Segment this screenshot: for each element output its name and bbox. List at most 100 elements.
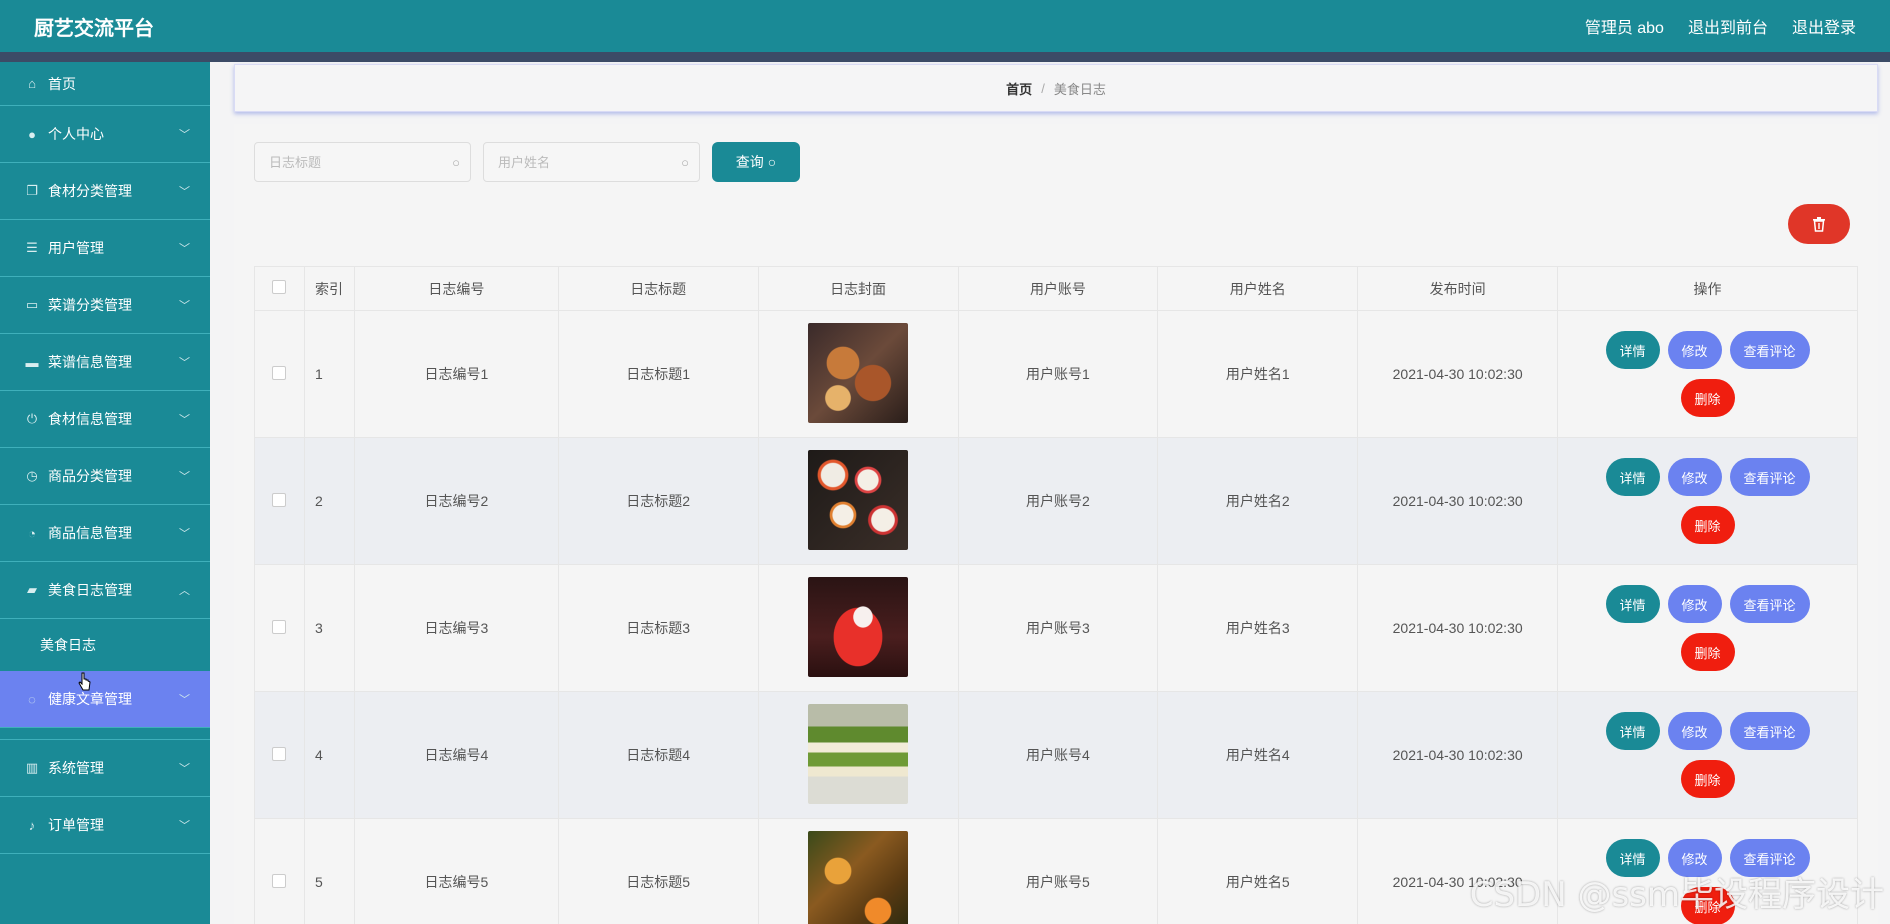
- row-actions: 详情 修改 查看评论 删除: [1557, 691, 1858, 819]
- detail-button[interactable]: 详情: [1605, 458, 1660, 496]
- breadcrumb-separator: /: [1041, 80, 1045, 96]
- row-actions: 详情 修改 查看评论 删除: [1557, 310, 1858, 438]
- publish-time: 2021-04-30 10:02:30: [1357, 437, 1559, 565]
- column-header: 发布时间: [1357, 266, 1559, 311]
- column-header: 索引: [303, 266, 355, 311]
- sidebar-item-ingredient-category[interactable]: ❐ 食材分类管理 ﹀: [0, 163, 210, 220]
- view-comments-button[interactable]: 查看评论: [1729, 331, 1810, 369]
- log-cover-cell: [757, 310, 959, 438]
- log-cover-cell: [757, 564, 959, 692]
- row-checkbox[interactable]: [272, 746, 287, 761]
- log-title-search: ○: [254, 142, 471, 182]
- breadcrumb-home[interactable]: 首页: [1006, 79, 1032, 98]
- sidebar-item-recipe-category[interactable]: ▭ 菜谱分类管理 ﹀: [0, 277, 210, 334]
- log-cover-cell: [757, 437, 959, 565]
- home-icon: ⌂: [28, 76, 36, 91]
- mic-icon: ♪: [28, 817, 36, 833]
- publish-time: 2021-04-30 10:02:30: [1357, 310, 1559, 438]
- power-icon: ⏻: [26, 411, 38, 426]
- view-comments-button[interactable]: 查看评论: [1729, 458, 1810, 496]
- delete-button[interactable]: 删除: [1680, 379, 1735, 417]
- column-header: 操作: [1557, 266, 1858, 311]
- row-checkbox[interactable]: [272, 619, 287, 634]
- detail-button[interactable]: 详情: [1605, 331, 1660, 369]
- row-checkbox[interactable]: [272, 873, 287, 888]
- row-select-cell: [254, 310, 305, 438]
- sidebar-item-label: 首页: [48, 75, 76, 92]
- view-comments-button[interactable]: 查看评论: [1729, 585, 1810, 623]
- select-all-checkbox[interactable]: [272, 280, 287, 294]
- header-actions: 管理员 abo 退出到前台 退出登录: [1585, 14, 1856, 38]
- sidebar-item-ingredient-info[interactable]: ⏻ 食材信息管理 ﹀: [0, 391, 210, 448]
- sidebar-subitem-food-log[interactable]: 美食日志: [0, 619, 210, 671]
- food-log-table: 索引 日志编号 日志标题 日志封面 用户账号 用户姓名 发布时间 操作 1 日志…: [254, 266, 1858, 924]
- logout-link[interactable]: 退出登录: [1792, 14, 1856, 38]
- sidebar-item-profile[interactable]: ● 个人中心 ﹀: [0, 106, 210, 163]
- edit-button[interactable]: 修改: [1667, 712, 1722, 750]
- sidebar: ⌂ 首页 ● 个人中心 ﹀ ❐ 食材分类管理 ﹀ ☰ 用户管理 ﹀ ▭ 菜谱分类…: [0, 62, 210, 924]
- edit-button[interactable]: 修改: [1667, 585, 1722, 623]
- table-row: 4 日志编号4 日志标题4 用户账号4 用户姓名4 2021-04-30 10:…: [254, 691, 1858, 819]
- search-bar: ○ ○ 查询 ○: [254, 142, 800, 182]
- watermark: CSDN @ssm毕设程序设计: [1469, 875, 1884, 915]
- delete-button[interactable]: 删除: [1680, 506, 1735, 544]
- trash-icon: [1813, 217, 1825, 232]
- user-name: 用户姓名2: [1157, 437, 1359, 565]
- row-select-cell: [254, 437, 305, 565]
- user-name: 用户姓名1: [1157, 310, 1359, 438]
- log-code: 日志编号4: [353, 691, 559, 819]
- log-cover-cell: [757, 691, 959, 819]
- list-icon: ☰: [26, 240, 38, 255]
- chevron-down-icon: ﹀: [179, 357, 190, 369]
- chat-icon: ▭: [25, 297, 39, 312]
- sidebar-item-users[interactable]: ☰ 用户管理 ﹀: [0, 220, 210, 277]
- log-title-input[interactable]: [255, 143, 470, 181]
- chevron-down-icon: ﹀: [179, 243, 190, 255]
- app-title: 厨艺交流平台: [34, 17, 154, 40]
- batch-delete-button[interactable]: [1788, 204, 1850, 244]
- sidebar-item-health-article[interactable]: ◌ 健康文章管理 ﹀: [0, 671, 210, 728]
- row-index: 4: [303, 691, 355, 819]
- detail-button[interactable]: 详情: [1605, 585, 1660, 623]
- delete-button[interactable]: 删除: [1680, 633, 1735, 671]
- chevron-down-icon: ﹀: [179, 694, 190, 706]
- log-title: 日志标题3: [557, 564, 759, 692]
- view-comments-button[interactable]: 查看评论: [1729, 712, 1810, 750]
- sidebar-item-label: 用户管理: [48, 240, 104, 256]
- column-header: 日志封面: [757, 266, 959, 311]
- header-divider: [0, 52, 1890, 62]
- sidebar-item-label: 菜谱信息管理: [48, 354, 132, 370]
- detail-button[interactable]: 详情: [1605, 712, 1660, 750]
- sidebar-item-recipe-info[interactable]: ▬ 菜谱信息管理 ﹀: [0, 334, 210, 391]
- row-checkbox[interactable]: [272, 365, 287, 380]
- edit-button[interactable]: 修改: [1667, 458, 1722, 496]
- edit-button[interactable]: 修改: [1667, 331, 1722, 369]
- sidebar-item-label: 系统管理: [48, 760, 104, 776]
- chart-icon: ▥: [25, 760, 39, 775]
- query-button[interactable]: 查询 ○: [712, 142, 800, 182]
- sidebar-item-label: 美食日志管理: [48, 582, 132, 598]
- user-name-input[interactable]: [484, 143, 699, 181]
- sidebar-item-product-category[interactable]: ◷ 商品分类管理 ﹀: [0, 448, 210, 505]
- user-account: 用户账号1: [957, 310, 1159, 438]
- log-title: 日志标题2: [557, 437, 759, 565]
- sidebar-item-system[interactable]: ▥ 系统管理 ﹀: [0, 740, 210, 797]
- row-checkbox[interactable]: [272, 492, 287, 507]
- sidebar-item-home[interactable]: ⌂ 首页: [0, 62, 210, 106]
- chevron-down-icon: ﹀: [179, 471, 190, 483]
- chevron-down-icon: ﹀: [179, 129, 190, 141]
- breadcrumb: 首页 / 美食日志: [234, 64, 1878, 112]
- sidebar-item-orders[interactable]: ♪ 订单管理 ﹀: [0, 797, 210, 854]
- sidebar-item-product-info[interactable]: ◔ 商品信息管理 ﹀: [0, 505, 210, 562]
- row-index: 2: [303, 437, 355, 565]
- publish-time: 2021-04-30 10:02:30: [1357, 564, 1559, 692]
- row-index: 3: [303, 564, 355, 692]
- delete-button[interactable]: 删除: [1680, 760, 1735, 798]
- log-code: 日志编号1: [353, 310, 559, 438]
- log-title: 日志标题5: [557, 818, 759, 924]
- chevron-down-icon: ﹀: [179, 820, 190, 832]
- exit-to-front-link[interactable]: 退出到前台: [1688, 14, 1768, 38]
- user-name: 用户姓名4: [1157, 691, 1359, 819]
- sidebar-item-label: 商品信息管理: [48, 525, 132, 541]
- sidebar-item-food-log[interactable]: ▰ 美食日志管理 ︿: [0, 562, 210, 619]
